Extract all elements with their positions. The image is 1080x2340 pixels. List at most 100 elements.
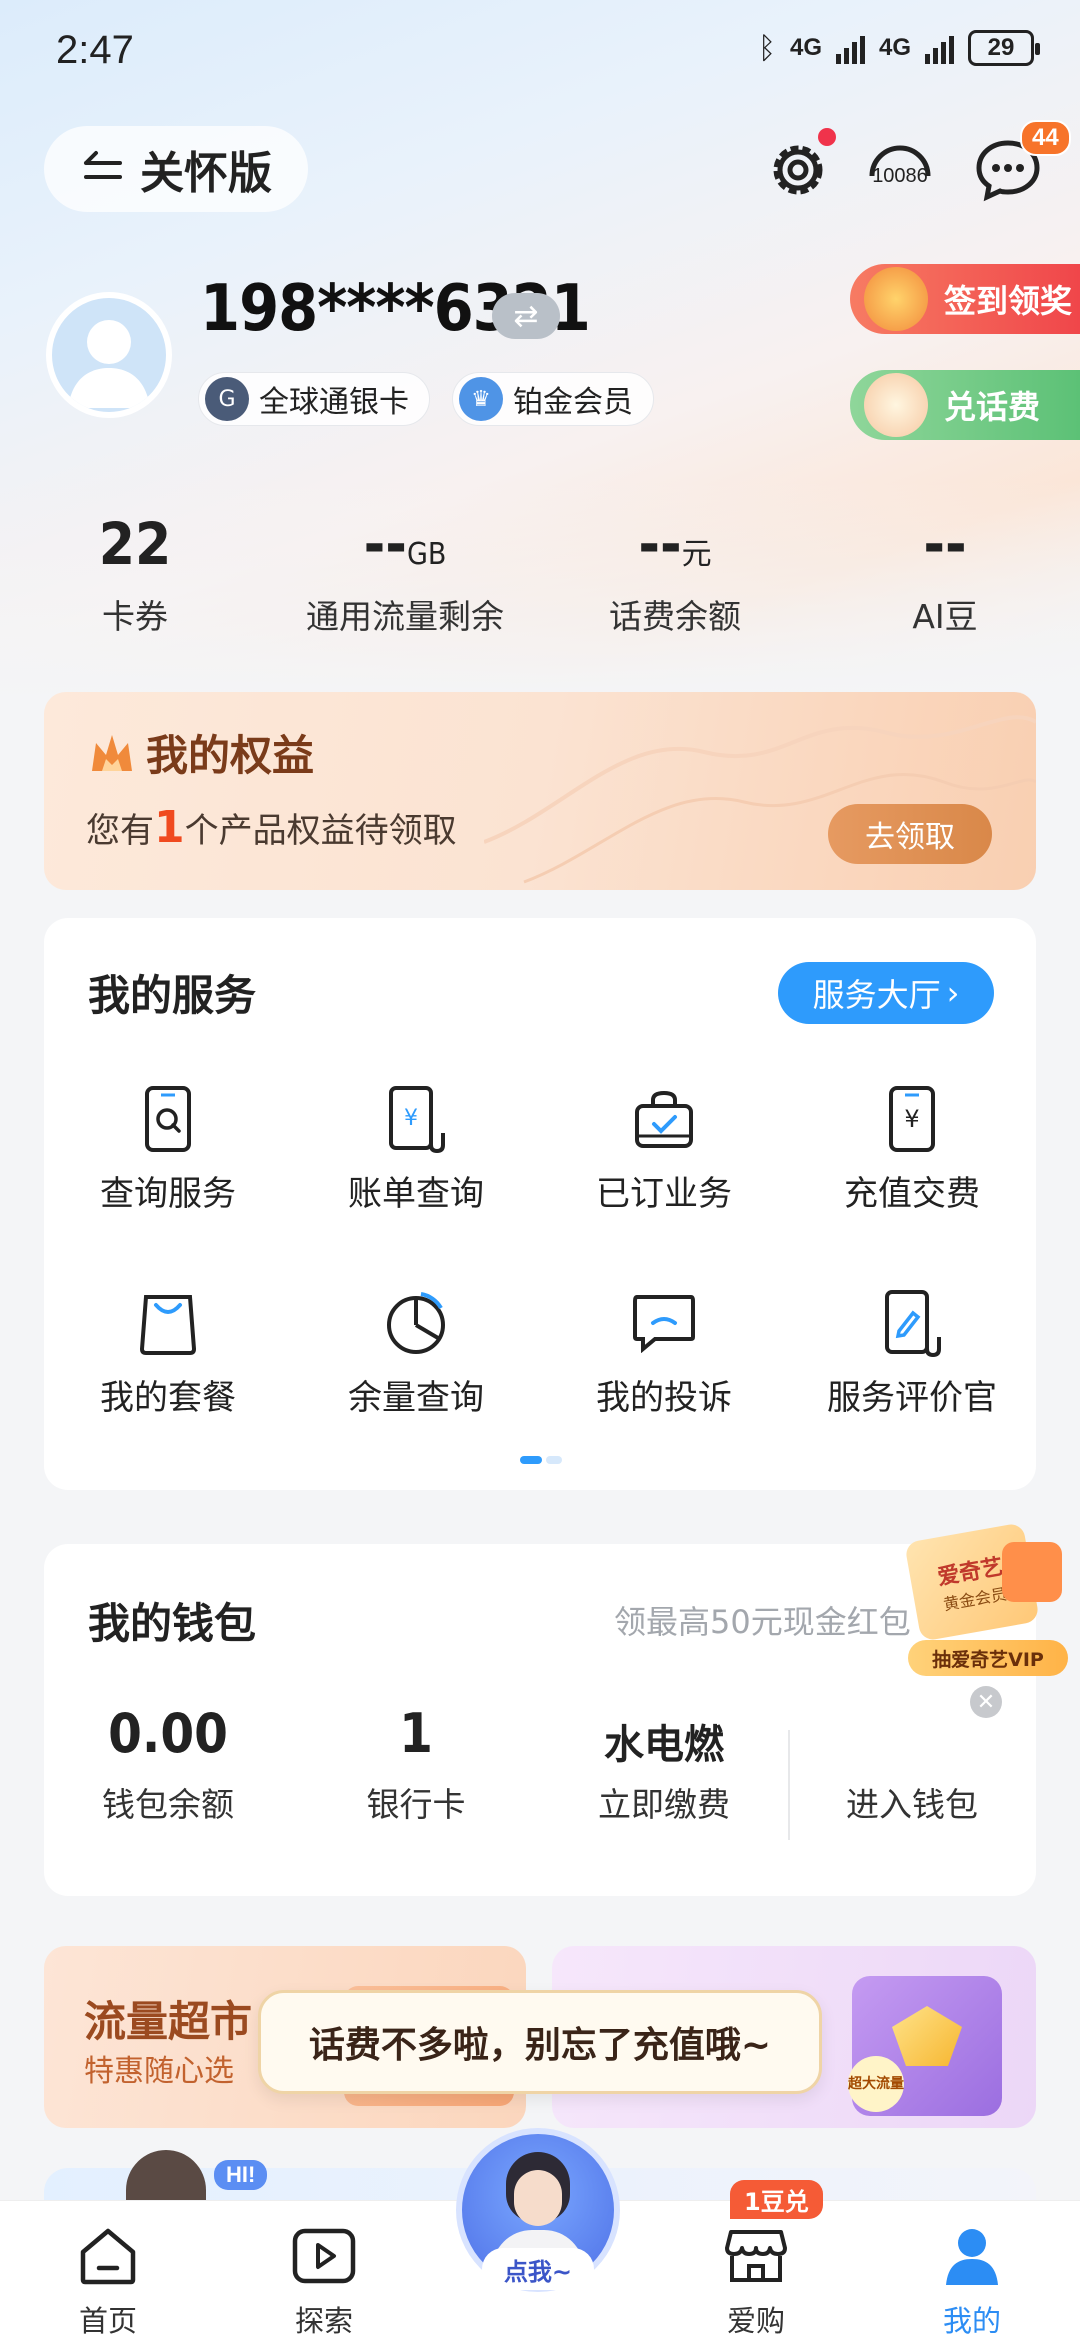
service-label: 充值交费: [844, 1174, 980, 1214]
wallet-label: 进入钱包: [846, 1785, 978, 1824]
tag-platinum-member[interactable]: ♛ 铂金会员: [452, 372, 654, 426]
pig-mascot-icon: [864, 373, 928, 437]
home-icon: [80, 2228, 136, 2285]
service-label: 我的投诉: [596, 1378, 732, 1418]
lucky-wheel-icon: [864, 267, 928, 331]
wallet-label: 银行卡: [366, 1785, 466, 1824]
stat-balance[interactable]: --元 话费余额: [540, 510, 810, 638]
exchange-fee-button[interactable]: 兑话费: [850, 370, 1080, 440]
wallet-label: 立即缴费: [598, 1785, 730, 1824]
rights-title-row: 我的权益: [88, 722, 314, 783]
subscribed-bag-icon: [635, 1090, 693, 1148]
stat-coupons[interactable]: 22 卡券: [0, 510, 270, 638]
close-icon[interactable]: ✕: [970, 1686, 1002, 1718]
tab-label: 探索: [294, 2304, 353, 2338]
wallet-bank-card[interactable]: 1 银行卡: [292, 1702, 540, 1826]
signin-reward-button[interactable]: 签到领奖: [850, 264, 1080, 334]
status-time: 2:47: [56, 28, 134, 72]
wallet-value: [788, 1702, 1036, 1768]
stat-value: 22: [98, 510, 172, 578]
pie-chart-icon: [387, 1292, 445, 1354]
tab-home[interactable]: 首页: [28, 2220, 188, 2340]
service-label: 账单查询: [348, 1174, 484, 1214]
stat-label: AI豆: [912, 597, 978, 636]
service-balance-query[interactable]: 余量查询: [292, 1288, 540, 1419]
ai-assistant-label: 点我~: [482, 2248, 594, 2290]
battery-level: 29: [987, 34, 1015, 61]
user-icon: [946, 2229, 998, 2285]
crown-flame-icon: [92, 734, 132, 771]
tag-label: 铂金会员: [513, 385, 633, 420]
chevron-right-icon: ›: [946, 974, 960, 1012]
service-recharge[interactable]: ¥ 充值交费: [788, 1084, 1036, 1215]
service-my-package[interactable]: 我的套餐: [44, 1288, 292, 1419]
tag-label: 全球通银卡: [259, 385, 409, 420]
switch-account-button[interactable]: ⇄: [492, 293, 560, 339]
gear-icon: [773, 145, 823, 195]
wallet-balance[interactable]: 0.00 钱包余额: [44, 1702, 292, 1826]
services-title: 我的服务: [88, 971, 257, 1020]
service-complaint[interactable]: 我的投诉: [540, 1288, 788, 1419]
rights-sub-prefix: 您有: [86, 811, 154, 851]
user-silhouette-icon: [68, 320, 150, 408]
service-hall-button[interactable]: 服务大厅 ›: [778, 962, 994, 1024]
rights-subtitle: 您有1个产品权益待领取: [86, 802, 457, 853]
service-label: 我的套餐: [100, 1378, 236, 1418]
stat-data-remaining[interactable]: --GB 通用流量剩余: [270, 510, 540, 638]
gift-box-icon: [1002, 1542, 1062, 1602]
wallet-promo[interactable]: 领最高50元现金红包: [614, 1597, 911, 1643]
page-indicator: [520, 1456, 562, 1464]
hotline-button[interactable]: 10086: [862, 132, 938, 208]
wallet-utility-pay[interactable]: 水电燃 立即缴费: [540, 1702, 788, 1826]
stat-unit: GB: [406, 537, 447, 572]
signal-label-2: 4G: [878, 34, 911, 61]
tag-global-card[interactable]: G 全球通银卡: [198, 372, 430, 426]
care-mode-label: 关怀版: [140, 148, 272, 199]
wallet-value: 0.00: [108, 1702, 228, 1765]
stat-value: --: [363, 510, 407, 578]
svg-text:¥: ¥: [404, 1106, 418, 1131]
stat-ai-beans[interactable]: -- AI豆: [810, 510, 1080, 638]
shop-badge: 1豆兑: [730, 2180, 823, 2219]
assistant-face: [514, 2170, 562, 2226]
shop-icon: [725, 2230, 787, 2282]
headset-icon: 10086: [869, 145, 931, 187]
stat-value: --: [923, 510, 967, 578]
signal-label-1: 4G: [789, 34, 822, 61]
service-bill[interactable]: ¥ 账单查询: [292, 1084, 540, 1215]
service-evaluate[interactable]: 服务评价官: [788, 1288, 1036, 1419]
stat-label: 卡券: [102, 597, 168, 636]
battery-icon: 29: [968, 30, 1040, 66]
service-label: 已订业务: [596, 1174, 732, 1214]
enter-wallet-button[interactable]: 进入钱包: [788, 1702, 1036, 1826]
swap-icon: ⇄: [513, 298, 539, 334]
avatar[interactable]: [46, 292, 172, 418]
stat-label: 通用流量剩余: [306, 597, 504, 636]
stat-unit: 元: [681, 537, 712, 572]
recharge-reminder-tooltip[interactable]: 话费不多啦，别忘了充值哦~: [258, 1990, 822, 2094]
play-icon: [292, 2228, 356, 2284]
claim-rights-button[interactable]: 去领取: [828, 804, 992, 864]
tab-explore[interactable]: 探索: [244, 2220, 404, 2340]
tab-mine[interactable]: 我的: [892, 2220, 1052, 2340]
settings-button[interactable]: [760, 128, 836, 208]
signal-bars-icon: [925, 32, 954, 64]
service-subscribed[interactable]: 已订业务: [540, 1084, 788, 1215]
service-label: 服务评价官: [827, 1378, 997, 1418]
wallet-value: 水电燃: [604, 1722, 724, 1768]
stat-value: --: [638, 510, 682, 578]
rights-card[interactable]: 我的权益 您有1个产品权益待领取 去领取: [44, 692, 1036, 890]
wallet-title: 我的钱包: [88, 1599, 257, 1648]
notification-dot: [818, 128, 836, 146]
promo-subtitle: 特惠随心选: [84, 2054, 234, 2089]
wallet-label: 钱包余额: [102, 1785, 234, 1824]
hotline-label: 10086: [872, 165, 928, 187]
service-query[interactable]: 查询服务: [44, 1084, 292, 1215]
big-data-badge: 超大流量: [848, 2056, 904, 2112]
tab-shop[interactable]: 爱购: [676, 2220, 836, 2340]
signin-label: 签到领奖: [944, 282, 1073, 320]
care-mode-button[interactable]: 关怀版: [44, 126, 308, 212]
bill-icon: ¥: [389, 1086, 445, 1153]
stat-label: 话费余额: [609, 597, 741, 636]
iqiyi-vip-float[interactable]: 爱奇艺 黄金会员 抽爱奇艺VIP: [902, 1522, 1072, 1682]
